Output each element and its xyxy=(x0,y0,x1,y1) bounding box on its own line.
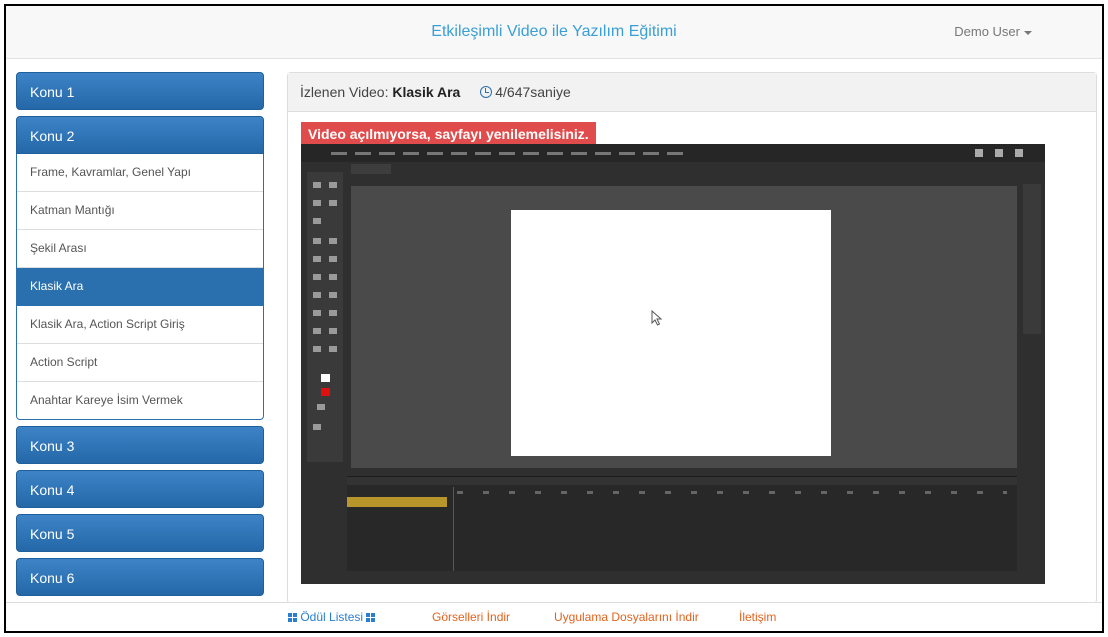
grid-icon xyxy=(366,613,376,622)
app-frame: Etkileşimli Video ile Yazılım Eğitimi De… xyxy=(4,4,1104,633)
stage-area xyxy=(351,186,1017,468)
awards-link[interactable]: Ödül Listesi xyxy=(288,603,376,631)
timeline xyxy=(347,476,1017,571)
lesson-item[interactable]: Klasik Ara, Action Script Giriş xyxy=(17,306,263,344)
video-title: Klasik Ara xyxy=(392,84,461,100)
lesson-item[interactable]: Frame, Kavramlar, Genel Yapı xyxy=(17,154,263,192)
user-menu[interactable]: Demo User xyxy=(954,6,1032,58)
brand-title[interactable]: Etkileşimli Video ile Yazılım Eğitimi xyxy=(6,6,1102,58)
lesson-item[interactable]: Katman Mantığı xyxy=(17,192,263,230)
navbar: Etkileşimli Video ile Yazılım Eğitimi De… xyxy=(6,6,1102,59)
panel-heading: İzlenen Video: Klasik Ara 4/647saniye xyxy=(288,73,1096,112)
topic-4[interactable]: Konu 4 xyxy=(16,470,264,508)
playhead xyxy=(453,487,454,571)
lesson-item-active[interactable]: Klasik Ara xyxy=(17,268,263,306)
lesson-item[interactable]: Action Script xyxy=(17,344,263,382)
watching-label: İzlenen Video: xyxy=(300,84,389,100)
video-menubar xyxy=(301,144,1045,162)
grid-icon xyxy=(288,613,297,622)
contact-link[interactable]: İletişim xyxy=(739,603,776,631)
topic-2-list: Frame, Kavramlar, Genel Yapı Katman Mant… xyxy=(16,154,264,420)
window-controls-icon xyxy=(975,149,1035,157)
clock-icon xyxy=(480,86,493,98)
panel-icons xyxy=(1023,184,1041,334)
lesson-item[interactable]: Şekil Arası xyxy=(17,230,263,268)
user-name: Demo User xyxy=(954,24,1020,39)
layer-row xyxy=(347,497,447,507)
topic-6[interactable]: Konu 6 xyxy=(16,558,264,596)
lesson-item[interactable]: Anahtar Kareye İsim Vermek xyxy=(17,382,263,419)
stage-canvas xyxy=(511,210,831,456)
video-panel: İzlenen Video: Klasik Ara 4/647saniye Vi… xyxy=(287,72,1097,604)
video-player[interactable] xyxy=(301,144,1045,584)
topic-2[interactable]: Konu 2 xyxy=(16,116,264,154)
download-app-files-link[interactable]: Uygulama Dosyalarını İndir xyxy=(554,603,699,631)
awards-label: Ödül Listesi xyxy=(300,610,364,624)
download-images-link[interactable]: Görselleri İndir xyxy=(432,603,510,631)
topic-1[interactable]: Konu 1 xyxy=(16,72,264,110)
topic-5[interactable]: Konu 5 xyxy=(16,514,264,552)
caret-down-icon xyxy=(1024,30,1032,35)
refresh-warning: Video açılmıyorsa, sayfayı yenilemelisin… xyxy=(301,122,596,146)
topic-3[interactable]: Konu 3 xyxy=(16,426,264,464)
cursor-icon xyxy=(651,310,663,326)
footer: Ödül Listesi Görselleri İndir Uygulama D… xyxy=(6,602,1102,631)
sidebar: Konu 1 Konu 2 Frame, Kavramlar, Genel Ya… xyxy=(16,72,264,631)
video-time: 4/647saniye xyxy=(495,84,571,100)
toolbox-icon xyxy=(307,172,343,462)
